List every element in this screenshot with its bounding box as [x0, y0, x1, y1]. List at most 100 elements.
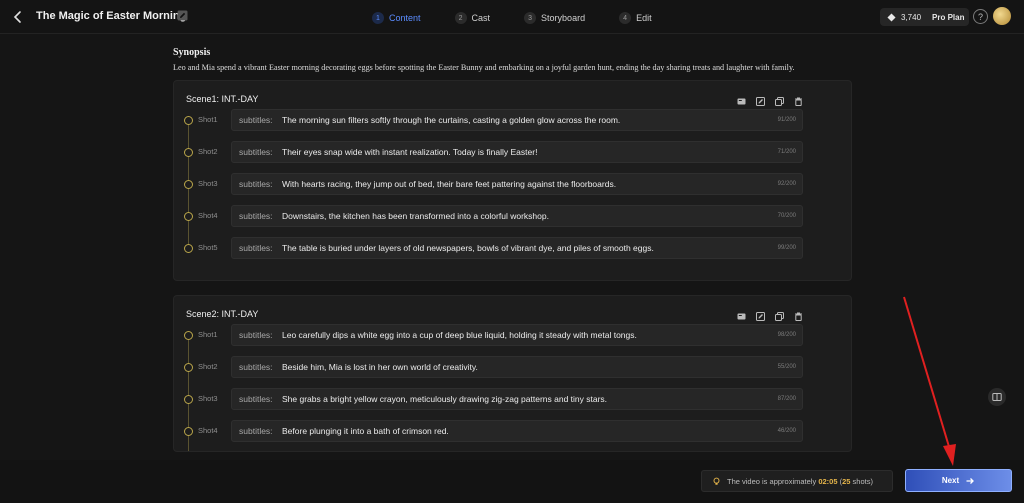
credits-badge[interactable]: 3,740 Pro Plan	[880, 8, 969, 26]
scene-toolbar	[727, 93, 803, 106]
help-icon[interactable]: ?	[973, 9, 988, 24]
back-arrow-icon[interactable]	[10, 9, 26, 25]
tab-storyboard[interactable]: 3 Storyboard	[524, 11, 585, 25]
step-label: Edit	[636, 13, 652, 23]
synopsis-heading: Synopsis	[173, 47, 211, 58]
step-number: 1	[372, 12, 384, 24]
subtitle-prefix: subtitles:	[239, 362, 273, 372]
subtitle-field[interactable]: subtitles: She grabs a bright yellow cra…	[231, 388, 803, 410]
subtitle-field[interactable]: subtitles: The morning sun filters softl…	[231, 109, 803, 131]
shot-row: Shot4 subtitles: Downstairs, the kitchen…	[174, 205, 804, 227]
subtitle-field[interactable]: subtitles: Downstairs, the kitchen has b…	[231, 205, 803, 227]
trash-icon[interactable]	[794, 93, 803, 106]
shots-count: 25	[842, 476, 851, 486]
subtitle-prefix: subtitles:	[239, 179, 273, 189]
arrow-right-icon	[966, 477, 975, 484]
subtitle-field[interactable]: subtitles: Before plunging it into a bat…	[231, 420, 803, 442]
step-label: Storyboard	[541, 13, 586, 23]
scene-card: Scene1: INT.-DAY Shot1 subtitles: The mo…	[173, 80, 852, 281]
subtitle-text: Their eyes snap wide with instant realiz…	[282, 147, 538, 157]
subtitle-field[interactable]: subtitles: Leo carefully dips a white eg…	[231, 324, 803, 346]
next-label: Next	[941, 476, 960, 485]
estimate-prefix: The video is approximately	[727, 476, 817, 486]
char-count: 87/200	[777, 396, 796, 402]
char-count: 99/200	[777, 245, 796, 251]
synopsis-text: Leo and Mia spend a vibrant Easter morni…	[173, 63, 795, 72]
shot-label: Shot2	[198, 147, 218, 156]
shot-row: Shot1 subtitles: Leo carefully dips a wh…	[174, 324, 804, 346]
subtitle-prefix: subtitles:	[239, 243, 273, 253]
duration-estimate: The video is approximately 02:05 (25 sho…	[701, 470, 893, 492]
subtitle-prefix: subtitles:	[239, 147, 273, 157]
trash-icon[interactable]	[794, 308, 803, 321]
subtitle-text: The morning sun filters softly through t…	[282, 115, 621, 125]
edit-icon[interactable]	[756, 308, 765, 321]
timeline-dot	[184, 395, 193, 404]
copy-icon[interactable]	[775, 308, 784, 321]
avatar[interactable]	[993, 7, 1011, 25]
top-bar: The Magic of Easter Morning 1 Content 2 …	[0, 0, 1024, 34]
char-count: 98/200	[777, 332, 796, 338]
subtitle-prefix: subtitles:	[239, 426, 273, 436]
shot-label: Shot1	[198, 330, 218, 339]
step-nav: 1 Content 2 Cast 3 Storyboard 4 Edit	[372, 11, 686, 25]
char-count: 71/200	[777, 149, 796, 155]
shot-row: Shot3 subtitles: She grabs a bright yell…	[174, 388, 804, 410]
timeline-dot	[184, 244, 193, 253]
timeline-dot	[184, 212, 193, 221]
scene-title: Scene1: INT.-DAY	[186, 94, 259, 104]
tab-content[interactable]: 1 Content	[372, 11, 421, 25]
step-number: 4	[619, 12, 632, 24]
subtitle-text: With hearts racing, they jump out of bed…	[282, 179, 617, 189]
scene-toolbar	[727, 308, 803, 321]
next-button[interactable]: Next	[905, 469, 1012, 492]
project-title: The Magic of Easter Morning	[36, 10, 187, 22]
copy-icon[interactable]	[775, 93, 784, 106]
timeline-dot	[184, 427, 193, 436]
shot-label: Shot4	[198, 211, 218, 220]
shot-row: Shot1 subtitles: The morning sun filters…	[174, 109, 804, 131]
step-number: 3	[524, 12, 537, 24]
subtitle-prefix: subtitles:	[239, 394, 273, 404]
subtitle-prefix: subtitles:	[239, 211, 273, 221]
shot-label: Shot3	[198, 179, 218, 188]
edit-icon[interactable]	[756, 93, 765, 106]
card-icon[interactable]	[737, 308, 746, 320]
subtitle-field[interactable]: subtitles: Their eyes snap wide with ins…	[231, 141, 803, 163]
tab-edit[interactable]: 4 Edit	[619, 11, 652, 25]
scene-card: Scene2: INT.-DAY Shot1 subtitles: Leo ca…	[173, 295, 852, 452]
book-icon[interactable]	[988, 388, 1006, 406]
timeline-dot	[184, 180, 193, 189]
plan-label: Pro Plan	[932, 12, 965, 22]
shot-row: Shot5 subtitles: The table is buried und…	[174, 237, 804, 259]
shot-label: Shot3	[198, 394, 218, 403]
step-label: Content	[389, 13, 421, 23]
subtitle-text: Before plunging it into a bath of crimso…	[282, 426, 449, 436]
shot-label: Shot1	[198, 115, 218, 124]
bulb-icon	[713, 477, 720, 485]
subtitle-prefix: subtitles:	[239, 330, 273, 340]
subtitle-field[interactable]: subtitles: Beside him, Mia is lost in he…	[231, 356, 803, 378]
shot-row: Shot2 subtitles: Their eyes snap wide wi…	[174, 141, 804, 163]
credits-count: 3,740	[901, 12, 922, 22]
subtitle-field[interactable]: subtitles: With hearts racing, they jump…	[231, 173, 803, 195]
footer-bar: The video is approximately 02:05 (25 sho…	[0, 460, 1024, 503]
char-count: 55/200	[777, 364, 796, 370]
subtitle-text: The table is buried under layers of old …	[282, 243, 654, 253]
shot-label: Shot4	[198, 426, 218, 435]
timeline-dot	[184, 116, 193, 125]
char-count: 46/200	[777, 428, 796, 434]
char-count: 70/200	[777, 213, 796, 219]
subtitle-text: Beside him, Mia is lost in her own world…	[282, 362, 478, 372]
timeline-dot	[184, 331, 193, 340]
step-label: Cast	[471, 13, 491, 23]
tab-cast[interactable]: 2 Cast	[454, 11, 491, 25]
diamond-icon	[887, 12, 896, 22]
char-count: 91/200	[777, 117, 796, 123]
card-icon[interactable]	[737, 93, 746, 105]
subtitle-field[interactable]: subtitles: The table is buried under lay…	[231, 237, 803, 259]
edit-title-icon[interactable]	[177, 10, 188, 21]
shot-row: Shot2 subtitles: Beside him, Mia is lost…	[174, 356, 804, 378]
timeline-dot	[184, 148, 193, 157]
subtitle-text: Downstairs, the kitchen has been transfo…	[282, 211, 549, 221]
